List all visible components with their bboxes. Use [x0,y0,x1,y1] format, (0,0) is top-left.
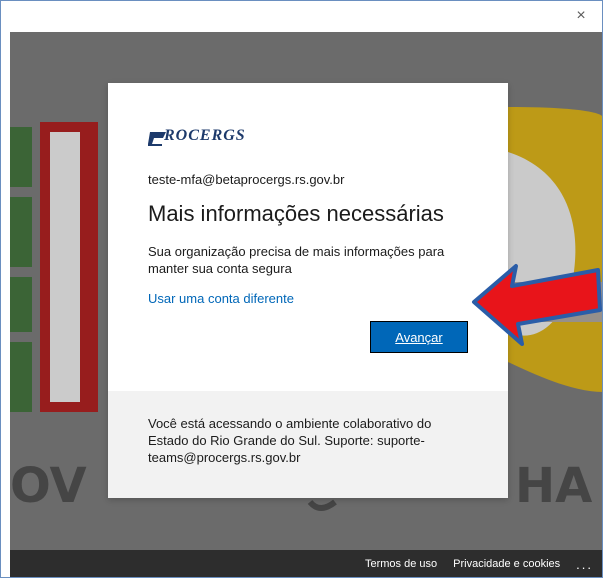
sign-in-dialog: ROCERGS teste-mfa@betaprocergs.rs.gov.br… [108,83,508,498]
dialog-main-section: ROCERGS teste-mfa@betaprocergs.rs.gov.br… [108,83,508,391]
description-text: Sua organização precisa de mais informaç… [148,244,445,276]
dialog-info-section: Você está acessando o ambiente colaborat… [108,391,508,498]
page-footer: Termos de uso Privacidade e cookies ... [10,550,603,578]
account-email: teste-mfa@betaprocergs.rs.gov.br [148,172,345,187]
footer-links: Termos de uso Privacidade e cookies ... [365,550,593,578]
use-different-account-link[interactable]: Usar uma conta diferente [148,291,294,306]
procergs-logo: ROCERGS [148,127,278,149]
info-text: Você está acessando o ambiente colaborat… [148,416,432,465]
terms-link[interactable]: Termos de uso [365,558,437,570]
window-titlebar: × [10,0,603,32]
privacy-link[interactable]: Privacidade e cookies [453,558,560,570]
close-icon[interactable]: × [571,6,591,26]
logo-text: ROCERGS [164,127,246,144]
red-arrow-annotation [472,264,602,346]
next-button[interactable]: Avançar [370,321,468,353]
more-options-icon[interactable]: ... [576,557,593,572]
page-title: Mais informações necessárias [148,201,444,226]
